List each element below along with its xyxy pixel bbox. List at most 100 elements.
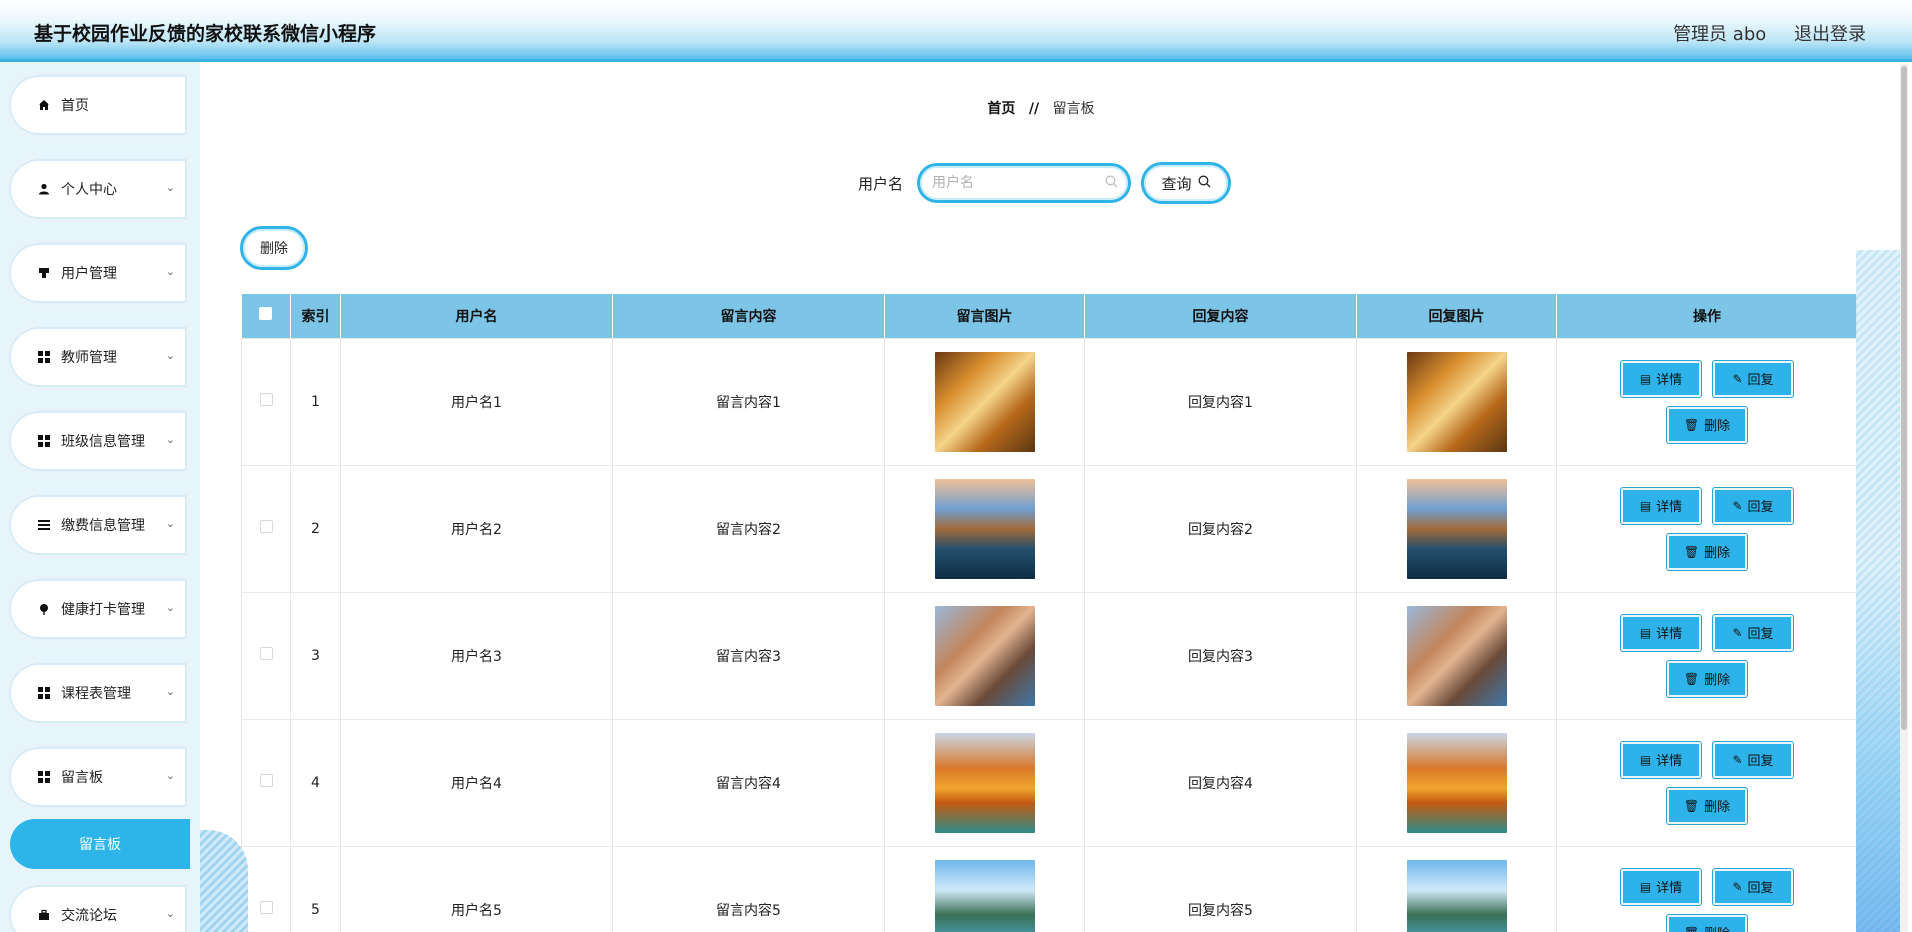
detail-button[interactable]: ▤ 详情 <box>1621 868 1701 905</box>
col-header-index: 索引 <box>290 294 341 339</box>
trash-icon: 🗑 <box>1683 417 1700 432</box>
lake-castle-image[interactable] <box>1406 478 1507 579</box>
detail-button[interactable]: ▤ 详情 <box>1621 741 1701 778</box>
row-actions: ▤ 详情 ✎ 回复 🗑 删除 <box>1557 741 1857 824</box>
sidebar-item-schedule-mgmt[interactable]: 课程表管理 ⌄ <box>6 660 190 726</box>
col-header-username: 用户名 <box>340 294 613 339</box>
cell-reply: 回复内容3 <box>1084 592 1357 720</box>
list-icon <box>37 518 51 532</box>
reply-label: 回复 <box>1747 754 1774 769</box>
delete-button[interactable]: 🗑 删除 <box>1667 533 1747 570</box>
delete-label: 删除 <box>1704 419 1731 434</box>
autumn-bridge-image[interactable] <box>1406 732 1507 833</box>
scrollbar-thumb[interactable] <box>1901 66 1907 730</box>
col-header-image: 留言图片 <box>884 294 1085 339</box>
search-input[interactable] <box>932 166 1103 200</box>
sidebar-item-forum[interactable]: 交流论坛 ⌄ <box>6 882 190 932</box>
message-table: 索引 用户名 留言内容 留言图片 回复内容 回复图片 操作 1 用户名1 留言内… <box>241 294 1858 932</box>
chevron-down-icon: ⌄ <box>165 769 175 782</box>
sidebar-item-label: 留言板 <box>61 770 103 786</box>
logout-link[interactable]: 退出登录 <box>1794 24 1866 45</box>
sidebar-item-health-checkin[interactable]: 健康打卡管理 ⌄ <box>6 576 190 642</box>
cell-reply: 回复内容1 <box>1084 338 1357 466</box>
sidebar-item-personal-center[interactable]: 个人中心 ⌄ <box>6 156 190 222</box>
document-icon: ▤ <box>1639 498 1652 513</box>
table-row: 1 用户名1 留言内容1 回复内容1 ▤ 详情 ✎ 回复 🗑 删除 <box>241 338 1858 466</box>
autumn-forest-image[interactable] <box>1406 351 1507 452</box>
reply-button[interactable]: ✎ 回复 <box>1713 614 1793 651</box>
autumn-forest-image[interactable] <box>934 351 1035 452</box>
reply-button[interactable]: ✎ 回复 <box>1713 868 1793 905</box>
delete-button[interactable]: 🗑 删除 <box>1667 787 1747 824</box>
breadcrumb-separator: // <box>1028 101 1040 117</box>
trash-icon: 🗑 <box>1683 671 1700 686</box>
detail-button[interactable]: ▤ 详情 <box>1621 614 1701 651</box>
chevron-down-icon: ⌄ <box>165 517 175 530</box>
select-all-checkbox[interactable] <box>259 307 273 321</box>
edit-icon: ✎ <box>1732 752 1743 767</box>
sidebar-item-label: 缴费信息管理 <box>61 518 145 534</box>
pin-icon <box>37 602 51 616</box>
cell-username: 用户名3 <box>340 592 613 720</box>
cell-username: 用户名1 <box>340 338 613 466</box>
autumn-bridge-image[interactable] <box>934 732 1035 833</box>
grid-icon <box>37 686 51 700</box>
col-header-actions: 操作 <box>1556 294 1858 339</box>
query-button[interactable]: 查询 <box>1141 162 1232 204</box>
grid-icon <box>37 434 51 448</box>
breadcrumb-current: 留言板 <box>1052 101 1095 117</box>
cell-username: 用户名4 <box>340 719 613 847</box>
cell-index: 3 <box>290 592 341 720</box>
row-checkbox[interactable] <box>259 520 273 533</box>
breadcrumb: 首页 // 留言板 <box>200 98 1882 118</box>
table-header-row: 索引 用户名 留言内容 留言图片 回复内容 回复图片 操作 <box>241 294 1858 339</box>
batch-delete-button[interactable]: 删除 <box>240 226 308 270</box>
sidebar-item-user-mgmt[interactable]: 用户管理 ⌄ <box>6 240 190 306</box>
coastal-village-image[interactable] <box>934 605 1035 706</box>
reply-label: 回复 <box>1747 627 1774 642</box>
cell-index: 2 <box>290 465 341 593</box>
mountain-river-image[interactable] <box>934 859 1035 932</box>
query-button-label: 查询 <box>1161 174 1192 193</box>
sidebar-item-payment-mgmt[interactable]: 缴费信息管理 ⌄ <box>6 492 190 558</box>
sidebar-subitem-message-board-active[interactable]: 留言板 <box>10 819 190 869</box>
delete-button[interactable]: 🗑 删除 <box>1667 914 1747 932</box>
reply-button[interactable]: ✎ 回复 <box>1713 360 1793 397</box>
search-bar: 用户名 查询 <box>858 162 1232 204</box>
breadcrumb-home[interactable]: 首页 <box>987 101 1015 117</box>
sidebar-item-message-board[interactable]: 留言板 ⌄ <box>6 744 190 810</box>
sidebar-item-home[interactable]: 首页 <box>6 72 190 138</box>
row-checkbox[interactable] <box>259 647 273 660</box>
coastal-village-image[interactable] <box>1406 605 1507 706</box>
sidebar-item-label: 课程表管理 <box>61 686 131 702</box>
cell-content: 留言内容1 <box>612 338 885 466</box>
row-checkbox[interactable] <box>259 393 273 406</box>
edit-icon: ✎ <box>1732 498 1743 513</box>
reply-button[interactable]: ✎ 回复 <box>1713 741 1793 778</box>
delete-button[interactable]: 🗑 删除 <box>1667 406 1747 443</box>
person-icon <box>37 182 51 196</box>
detail-label: 详情 <box>1656 500 1683 515</box>
col-header-content: 留言内容 <box>612 294 885 339</box>
sidebar-item-teacher-mgmt[interactable]: 教师管理 ⌄ <box>6 324 190 390</box>
sidebar-item-label: 首页 <box>61 98 89 114</box>
cell-content: 留言内容5 <box>612 846 885 932</box>
document-icon: ▤ <box>1639 371 1652 386</box>
chevron-down-icon: ⌄ <box>165 601 175 614</box>
home-icon <box>37 98 51 112</box>
row-checkbox[interactable] <box>259 774 273 787</box>
vertical-scrollbar[interactable] <box>1900 64 1908 932</box>
document-icon: ▤ <box>1639 752 1652 767</box>
user-mgmt-icon <box>37 266 51 280</box>
delete-button[interactable]: 🗑 删除 <box>1667 660 1747 697</box>
sidebar-item-class-mgmt[interactable]: 班级信息管理 ⌄ <box>6 408 190 474</box>
detail-button[interactable]: ▤ 详情 <box>1621 360 1701 397</box>
app-title: 基于校园作业反馈的家校联系微信小程序 <box>34 23 377 45</box>
row-checkbox[interactable] <box>259 901 273 914</box>
reply-button[interactable]: ✎ 回复 <box>1713 487 1793 524</box>
search-icon <box>1105 175 1118 192</box>
mountain-river-image[interactable] <box>1406 859 1507 932</box>
reply-label: 回复 <box>1747 881 1774 896</box>
detail-button[interactable]: ▤ 详情 <box>1621 487 1701 524</box>
lake-castle-image[interactable] <box>934 478 1035 579</box>
